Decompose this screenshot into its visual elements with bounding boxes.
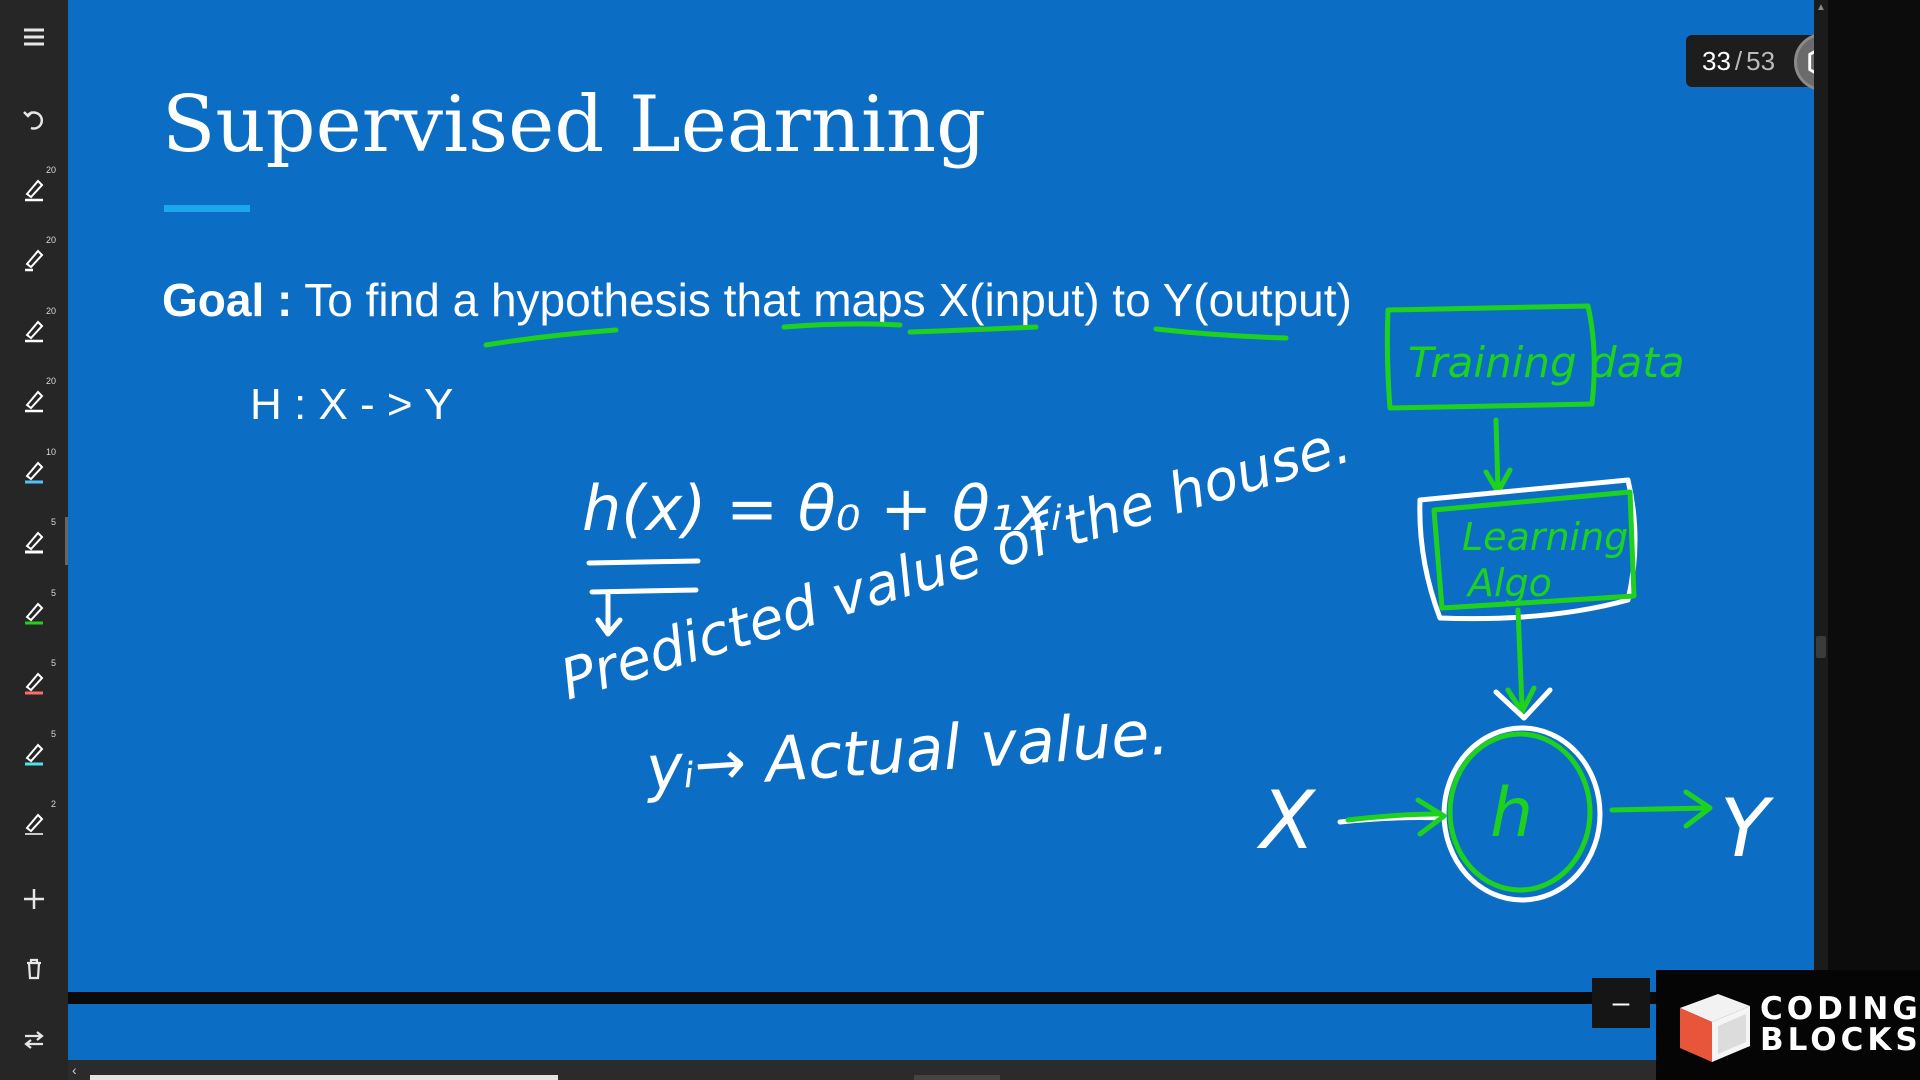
- pen-icon: [25, 320, 44, 343]
- underline-maps: [781, 321, 903, 330]
- swap-button[interactable]: [0, 1010, 68, 1070]
- pen-size-label: 20: [45, 306, 56, 316]
- vertical-scrollbar[interactable]: ▲: [1814, 0, 1828, 1080]
- pen-tool-5[interactable]: 10: [0, 441, 68, 501]
- underline-x-input: [907, 324, 1039, 335]
- coding-blocks-brand: CODING BLOCKS: [1656, 970, 1920, 1080]
- page-separator: /: [1734, 45, 1743, 76]
- pen-tool-8[interactable]: 5: [0, 652, 68, 712]
- pen-size-label: 5: [50, 517, 56, 527]
- pen-icon: [25, 531, 44, 554]
- pen-size-label: 20: [45, 165, 56, 175]
- swap-arrows-icon: [24, 1031, 44, 1049]
- pen-size-label: 2: [50, 799, 56, 809]
- pen-icon: [25, 672, 44, 695]
- undo-icon: [23, 111, 44, 130]
- menu-button[interactable]: [0, 7, 68, 67]
- minimize-button[interactable]: –: [1592, 978, 1650, 1028]
- pen-icon: [25, 390, 44, 413]
- pen-tool-10[interactable]: 2: [0, 793, 68, 853]
- horizontal-scrollbar-marker: [914, 1075, 1000, 1080]
- pen-icon: [25, 179, 44, 202]
- brand-wordmark: CODING BLOCKS: [1760, 994, 1920, 1056]
- brand-line-1: CODING: [1760, 991, 1920, 1027]
- ink-algo-label: Algo: [1465, 561, 1552, 605]
- hamburger-icon: [24, 28, 44, 46]
- horizontal-scrollbar[interactable]: ‹: [68, 1060, 1828, 1080]
- pen-size-label: 5: [50, 729, 56, 739]
- pen-tool-9[interactable]: 5: [0, 723, 68, 783]
- ink-h-label: h: [1490, 774, 1533, 853]
- scrollbar-thumb[interactable]: [1816, 636, 1826, 658]
- slide-canvas[interactable]: Supervised Learning Goal : To find a hyp…: [68, 0, 1814, 992]
- plus-icon: [24, 889, 44, 909]
- undo-button[interactable]: [0, 89, 68, 149]
- ink-x-label: X: [1256, 774, 1317, 867]
- arrow-algo-to-h: [1505, 607, 1537, 715]
- pen-icon: [25, 743, 44, 766]
- arrow-h-to-y: [1609, 789, 1713, 829]
- ink-down-arrow: [595, 592, 623, 637]
- pen-icon: [25, 813, 44, 835]
- pen-icon: [25, 461, 44, 484]
- pen-size-label: 5: [50, 588, 56, 598]
- right-margin: [1828, 0, 1920, 1080]
- underline-y-output: [1153, 326, 1289, 341]
- underline-hypothesis: [483, 327, 619, 348]
- ink-learning-label: Learning: [1462, 515, 1628, 559]
- ink-training-data: Training data: [1408, 338, 1685, 387]
- scroll-up-arrow-icon[interactable]: ▲: [1816, 2, 1826, 14]
- annotation-toolbar: 20 20 20 20 10 5 5 5 5 2: [0, 0, 68, 1080]
- clear-button[interactable]: [0, 939, 68, 999]
- pen-tool-3[interactable]: 20: [0, 300, 68, 360]
- cube-logo: [1680, 994, 1750, 1062]
- arrow-training-to-algo: [1483, 417, 1513, 495]
- ink-actual-value: yᵢ→ Actual value.: [642, 696, 1171, 805]
- pen-size-label: 5: [50, 658, 56, 668]
- next-slide-preview: [68, 1004, 1814, 1060]
- scroll-left-arrow-icon[interactable]: ‹: [72, 1062, 77, 1078]
- ink-annotations: h(x) = θ₀ + θ₁xᵢ Predicted value of the …: [483, 303, 1775, 903]
- settings-hexagon-icon: [1808, 50, 1814, 74]
- add-page-button[interactable]: [0, 869, 68, 929]
- pen-tool-7[interactable]: 5: [0, 582, 68, 642]
- pen-size-label: 10: [45, 447, 56, 457]
- pen-icon: [25, 602, 44, 625]
- brand-line-2: BLOCKS: [1760, 1022, 1920, 1058]
- pen-icon: [25, 249, 44, 272]
- total-pages: 53: [1746, 45, 1776, 76]
- slide-bottom-border: [68, 992, 1814, 1004]
- pen-tool-2[interactable]: 20: [0, 229, 68, 289]
- ink-y-label: Y: [1720, 782, 1775, 875]
- ink-double-underline: [586, 558, 701, 595]
- trash-icon: [27, 958, 41, 980]
- current-page: 33: [1702, 45, 1731, 76]
- horizontal-scrollbar-thumb[interactable]: [90, 1075, 558, 1080]
- pen-size-label: 20: [45, 376, 56, 386]
- pen-tool-6[interactable]: 5: [0, 511, 68, 571]
- pen-tool-4[interactable]: 20: [0, 370, 68, 430]
- pen-tool-1[interactable]: 20: [0, 159, 68, 219]
- pen-size-label: 20: [45, 235, 56, 245]
